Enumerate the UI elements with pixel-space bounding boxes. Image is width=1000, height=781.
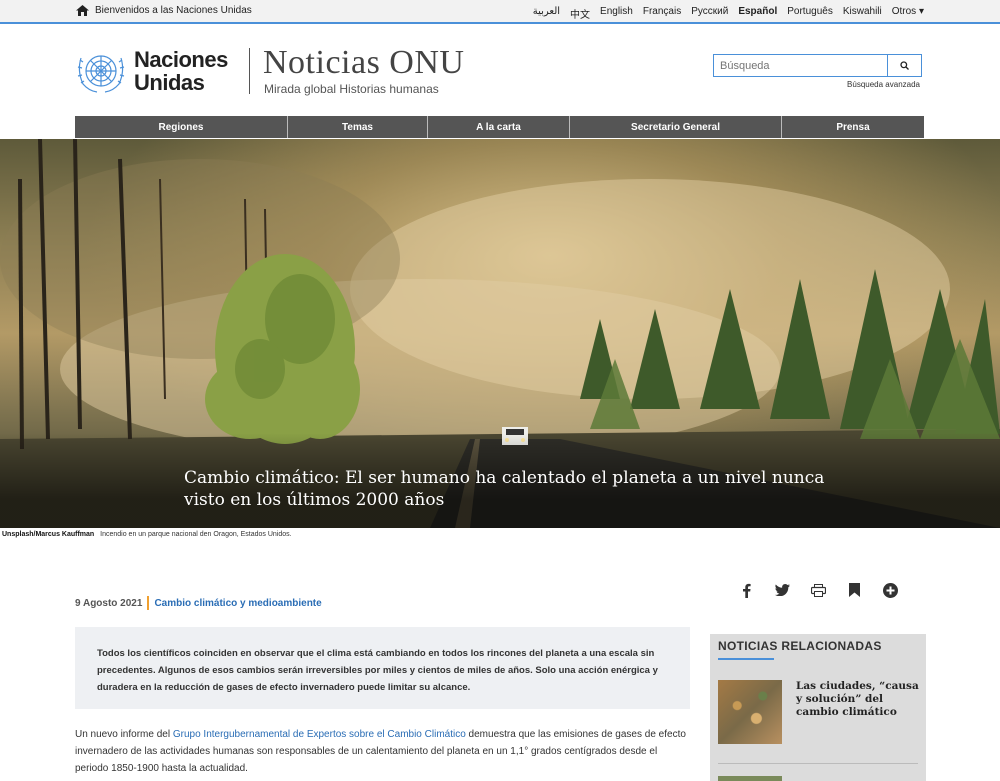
lang-spanish[interactable]: Español (738, 6, 777, 21)
image-credit: Unsplash/Marcus Kauffman Incendio en un … (2, 531, 292, 538)
lang-french[interactable]: Français (643, 6, 681, 21)
lang-swahili[interactable]: Kiswahili (843, 6, 882, 21)
home-link[interactable]: Bienvenidos a las Naciones Unidas (76, 5, 252, 16)
bookmark-icon[interactable] (844, 580, 864, 600)
lang-russian[interactable]: Русский (691, 6, 728, 21)
brand-line-1: Naciones (134, 47, 228, 72)
plus-icon[interactable] (880, 580, 900, 600)
meta-separator (147, 596, 150, 610)
caret-down-icon: ▾ (918, 6, 924, 17)
share-toolbar (736, 580, 900, 600)
nav-item-secretario-general[interactable]: Secretario General (570, 116, 782, 138)
lang-english[interactable]: English (600, 6, 633, 21)
site-title[interactable]: Noticias ONU (263, 44, 464, 82)
hero-headline[interactable]: Cambio climático: El ser humano ha calen… (184, 467, 834, 511)
nav-item-a-la-carta[interactable]: A la carta (428, 116, 570, 138)
related-separator (718, 763, 918, 764)
related-item-title[interactable]: Las ciudades, “causa y solución” del cam… (796, 680, 921, 719)
lang-portuguese[interactable]: Português (787, 6, 833, 21)
article-category-link[interactable]: Cambio climático y medioambiente (154, 598, 321, 609)
credit-caption: Incendio en un parque nacional den Orago… (100, 531, 292, 538)
article-body: Un nuevo informe del Grupo Intergubernam… (75, 726, 690, 777)
language-menu: العربية 中文 English Français Русский Espa… (533, 6, 924, 21)
brand-line-2: Unidas (134, 70, 205, 95)
top-bar: Bienvenidos a las Naciones Unidas العربي… (0, 0, 1000, 24)
home-icon (76, 5, 89, 16)
nav-item-prensa[interactable]: Prensa (782, 116, 924, 138)
main-nav: Regiones Temas A la carta Secretario Gen… (75, 116, 924, 138)
nav-item-regiones[interactable]: Regiones (75, 116, 288, 138)
related-heading: NOTICIAS RELACIONADAS (718, 639, 882, 653)
lang-chinese[interactable]: 中文 (570, 6, 590, 21)
related-news-panel: NOTICIAS RELACIONADAS Las ciudades, “cau… (710, 634, 926, 781)
related-item-thumbnail[interactable] (718, 680, 782, 744)
search-box (713, 54, 922, 77)
un-brand-name[interactable]: Naciones Unidas (134, 48, 228, 94)
article-summary: Todos los científicos coinciden en obser… (75, 627, 690, 709)
lang-arabic[interactable]: العربية (533, 6, 560, 21)
related-item-thumbnail-2[interactable] (718, 776, 782, 781)
lang-more-dropdown[interactable]: Otros ▾ (892, 6, 924, 21)
lang-more-label: Otros (891, 6, 917, 17)
site-subtitle: Mirada global Historias humanas (264, 82, 439, 96)
search-button[interactable] (887, 55, 921, 76)
related-heading-underline (718, 658, 774, 660)
body-prefix: Un nuevo informe del (75, 729, 173, 740)
search-input[interactable] (714, 55, 887, 76)
hero-image[interactable]: Cambio climático: El ser humano ha calen… (0, 139, 1000, 528)
advanced-search-link[interactable]: Búsqueda avanzada (847, 80, 920, 89)
twitter-icon[interactable] (772, 580, 792, 600)
print-icon[interactable] (808, 580, 828, 600)
credit-source: Unsplash/Marcus Kauffman (2, 531, 95, 538)
article-date: 9 Agosto 2021 (75, 597, 143, 609)
facebook-icon[interactable] (736, 580, 756, 600)
un-emblem-logo[interactable] (75, 48, 127, 94)
header-divider (249, 48, 250, 94)
nav-item-temas[interactable]: Temas (288, 116, 428, 138)
article-meta: 9 Agosto 2021 Cambio climático y medioam… (75, 596, 322, 610)
welcome-text: Bienvenidos a las Naciones Unidas (95, 5, 252, 16)
search-icon (900, 61, 909, 70)
ipcc-link[interactable]: Grupo Intergubernamental de Expertos sob… (173, 729, 466, 740)
